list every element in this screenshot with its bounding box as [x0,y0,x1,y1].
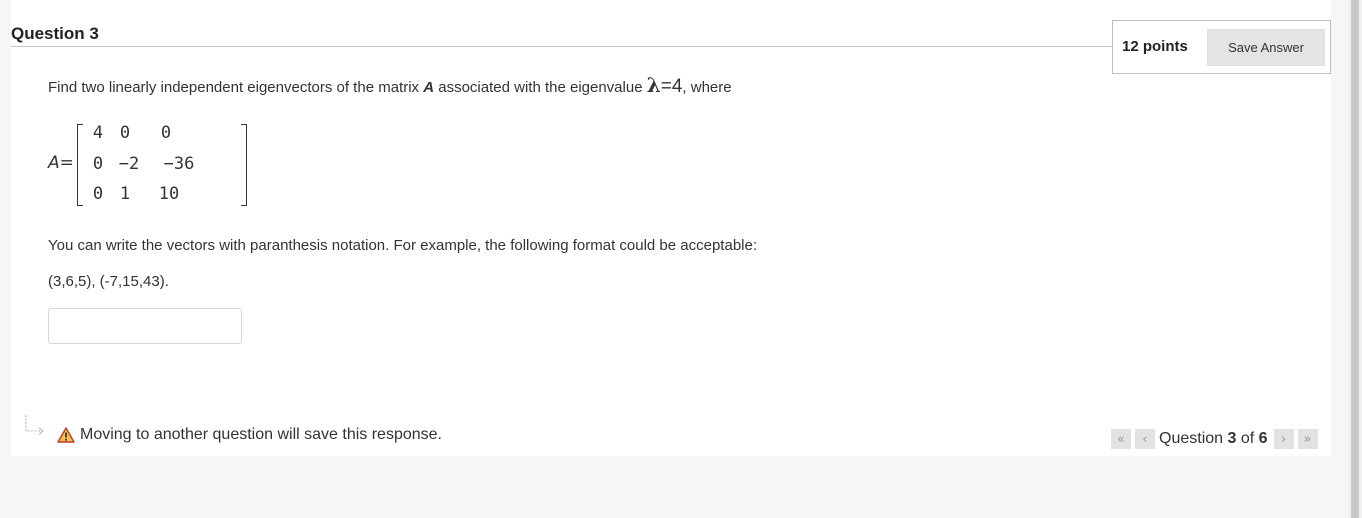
matrix-cell: 4 [92,123,104,143]
return-arrow-icon [25,415,44,435]
matrix-label-var: A [48,153,60,173]
matrix-cell: 10 [158,184,180,204]
points-box: 12 points Save Answer [1112,20,1331,74]
title-divider [11,46,1112,47]
scrollbar-thumb[interactable] [1351,0,1359,518]
prompt-text-middle: associated with the eigenvalue [434,79,647,96]
save-answer-button[interactable]: Save Answer [1207,29,1325,66]
prompt-text-end: , where [682,79,732,96]
matrix-cell: 0 [160,123,172,143]
points-value: 12 points [1122,38,1188,55]
nav-of: of [1236,430,1259,447]
save-warning-text: Moving to another question will save thi… [80,426,442,443]
matrix-right-bracket [241,124,247,206]
question-counter: Question 3 of 6 [1159,430,1268,448]
previous-question-icon[interactable]: ‹ [1135,429,1155,449]
matrix-label: A= [48,153,74,173]
matrix-cell: 0 [119,123,131,143]
matrix-cell: −36 [163,154,195,174]
question-prompt: Find two linearly independent eigenvecto… [48,73,732,98]
lambda-symbol: λ [646,73,661,97]
matrix-cell: 0 [92,154,104,174]
matrix-name: A [423,79,435,96]
question-title: Question 3 [11,24,99,43]
scrollbar[interactable] [1348,0,1362,518]
last-question-icon[interactable]: » [1297,429,1318,449]
answer-input[interactable] [48,308,242,344]
question-navigation: « ‹ Question 3 of 6 › » [1111,429,1322,449]
first-question-icon[interactable]: « [1111,429,1131,449]
matrix-label-eq: = [59,153,74,173]
nav-total: 6 [1258,430,1268,447]
example-text: (3,6,5), (-7,15,43). [48,273,169,290]
matrix-cell: 0 [92,184,104,204]
eigenvalue-equation: =4 [660,76,683,97]
nav-prefix: Question [1159,430,1228,447]
prompt-text-start: Find two linearly independent eigenvecto… [48,79,424,96]
matrix-cell: −2 [118,154,140,174]
warning-icon [57,427,75,443]
instructions-text: You can write the vectors with paranthes… [48,237,758,254]
matrix-cell: 1 [119,184,131,204]
next-question-icon[interactable]: › [1273,429,1294,449]
